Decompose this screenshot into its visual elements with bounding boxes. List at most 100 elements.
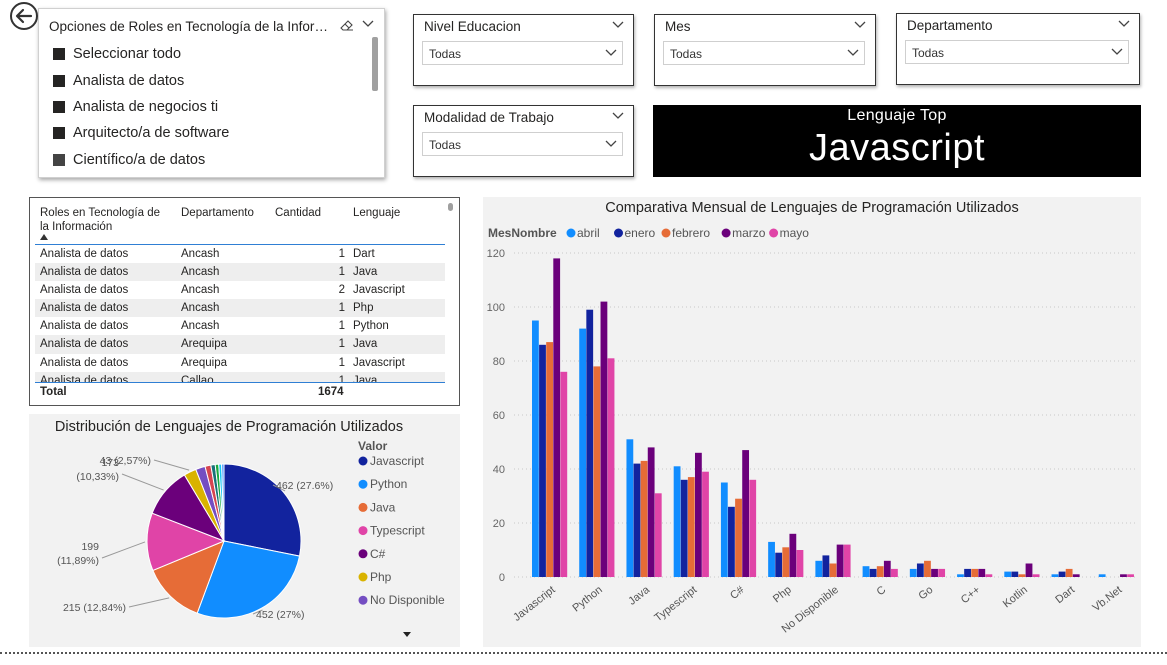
bar[interactable] [964,568,971,577]
bar[interactable] [1120,574,1127,577]
legend-item[interactable]: marzo [732,226,766,240]
table-row[interactable]: Analista de datos Ancash 1 Php [35,299,445,318]
bar[interactable] [728,506,735,577]
list-item[interactable]: Analista de negocios ti [53,94,229,120]
bar[interactable] [829,563,837,578]
bar[interactable] [1032,574,1040,577]
bar[interactable] [742,450,750,577]
bar[interactable] [924,560,931,577]
table-row[interactable]: Analista de datos Arequipa 1 Javascript [35,354,445,372]
legend-item[interactable]: C# [370,547,386,561]
bar[interactable] [909,568,917,577]
bar[interactable] [796,550,804,577]
table-row[interactable]: Analista de datos Ancash 1 Dart [35,245,445,263]
checkbox[interactable] [53,74,65,87]
bar[interactable] [532,320,539,578]
bar[interactable] [978,568,986,577]
legend-item[interactable]: Typescript [370,524,425,538]
bar[interactable] [1058,571,1066,577]
bar[interactable] [673,466,681,577]
bar[interactable] [626,439,634,577]
bar[interactable] [883,560,891,577]
bar[interactable] [553,258,561,577]
legend-item[interactable]: Javascript [370,454,425,468]
bar[interactable] [654,493,662,577]
legend-item[interactable]: No Disponible [370,593,445,607]
bar[interactable] [938,568,946,577]
bar[interactable] [862,566,870,577]
bar[interactable] [633,463,641,577]
filter-dropdown[interactable]: Todas [422,132,623,156]
bar[interactable] [957,574,964,577]
bar[interactable] [869,568,877,577]
bar[interactable] [1011,571,1019,577]
chevron-down-icon[interactable] [611,109,625,123]
legend-item[interactable]: Java [370,500,396,514]
bar[interactable] [836,544,844,577]
table-row[interactable]: Analista de datos Ancash 1 Python [35,317,445,335]
filter-dropdown[interactable]: Todas [663,41,865,65]
bar[interactable] [1127,574,1134,577]
legend-item[interactable]: febrero [672,226,710,240]
bar[interactable] [916,563,924,578]
bar[interactable] [1051,574,1059,577]
legend-item[interactable]: abril [577,226,600,240]
eraser-icon[interactable] [339,17,355,33]
bar[interactable] [843,544,851,577]
bar[interactable] [1018,574,1026,577]
bar[interactable] [749,479,757,577]
roles-scrollbar[interactable] [372,37,378,91]
bar[interactable] [640,460,648,577]
bar[interactable] [579,328,587,577]
checkbox[interactable] [53,100,65,113]
bar[interactable] [694,452,702,577]
bar[interactable] [1072,574,1080,577]
legend-item[interactable]: enero [625,226,656,240]
table-row[interactable]: Analista de datos Ancash 2 Javascript [35,281,445,299]
legend-item[interactable]: mayo [780,226,810,240]
bar[interactable] [539,344,546,577]
bar[interactable] [546,342,553,577]
bar[interactable] [822,555,830,577]
checkbox[interactable] [53,153,65,166]
filter-dropdown[interactable]: Todas [905,40,1129,64]
table-scrollbar[interactable] [448,203,453,211]
bar[interactable] [931,568,938,577]
checkbox[interactable] [53,48,65,61]
bar[interactable] [876,566,884,577]
list-item[interactable]: Analista de datos [53,67,229,93]
chevron-down-icon[interactable] [1117,17,1131,31]
column-header-cantidad[interactable]: Cantidad [275,206,321,220]
bar[interactable] [607,358,615,577]
list-item[interactable]: Seleccionar todo [53,41,229,67]
legend-scroll-down-icon[interactable] [403,632,411,637]
bar[interactable] [600,301,608,577]
bar[interactable] [647,447,655,577]
filter-dropdown[interactable]: Todas [422,41,623,65]
bar[interactable] [586,309,594,577]
bar[interactable] [720,482,728,578]
table-row[interactable]: Analista de datos Callao 1 Java [35,371,445,382]
bar[interactable] [687,477,695,577]
chevron-down-icon[interactable] [361,17,375,31]
bar[interactable] [782,547,790,577]
bar[interactable] [593,366,601,577]
bar[interactable] [985,574,993,577]
column-header-roles[interactable]: Roles en Tecnología de la Información [40,206,170,234]
column-header-lenguaje[interactable]: Lenguaje [353,206,400,220]
bar[interactable] [680,479,688,577]
legend-item[interactable]: Php [370,570,392,584]
bar[interactable] [1004,571,1012,577]
bar[interactable] [1025,563,1033,578]
chevron-down-icon[interactable] [853,18,867,32]
bar[interactable] [891,568,898,577]
bar[interactable] [768,541,775,577]
list-item[interactable]: Arquitecto/a de software [53,120,229,146]
table-row[interactable]: Analista de datos Ancash 1 Java [35,263,445,282]
column-header-departamento[interactable]: Departamento [181,206,254,220]
checkbox[interactable] [53,127,65,140]
list-item[interactable]: Científico/a de datos [53,147,229,173]
legend-item[interactable]: Python [370,477,407,491]
sort-asc-icon[interactable] [40,234,48,240]
bar[interactable] [560,371,568,577]
